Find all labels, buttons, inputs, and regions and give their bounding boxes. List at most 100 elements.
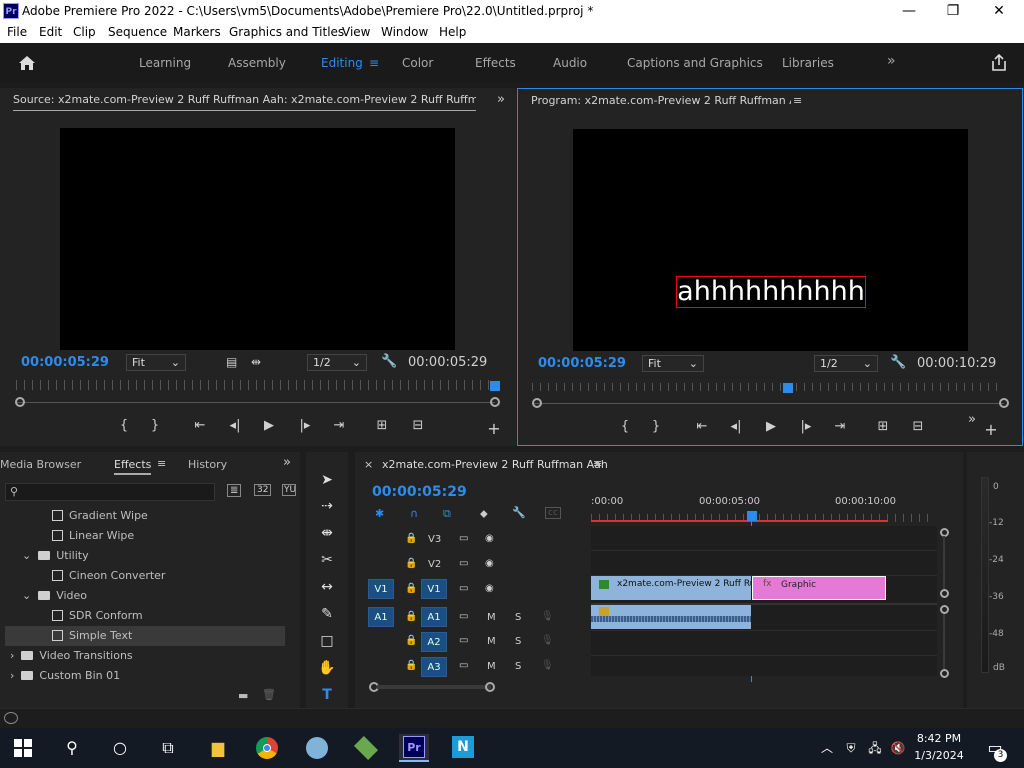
share-icon[interactable]	[990, 53, 1008, 72]
tree-item-video-transitions[interactable]: › Video Transitions	[5, 646, 285, 666]
maximize-button[interactable]: ❐	[930, 0, 976, 23]
track-target-a3[interactable]: A3	[421, 657, 447, 677]
tree-item-linear-wipe[interactable]: Linear Wipe	[5, 526, 285, 546]
search-icon[interactable]: ⚲	[57, 734, 87, 762]
timeline-zoom-scrollbar[interactable]	[369, 682, 939, 692]
source-zoom-dropdown[interactable]: Fit ⌄	[126, 354, 186, 371]
tree-item-gradient-wipe[interactable]: Gradient Wipe	[5, 506, 285, 526]
clock-time[interactable]: 8:42 PM	[914, 732, 964, 745]
panel-overflow-icon[interactable]: »	[283, 455, 291, 470]
lock-icon[interactable]: 🔒	[405, 611, 417, 622]
settings-wrench-icon[interactable]: 🔧	[381, 354, 397, 369]
workspace-menu-icon[interactable]: ≡	[369, 56, 379, 70]
source-playhead[interactable]	[490, 381, 500, 391]
graphic-text-layer[interactable]: ahhhhhhhhhh	[676, 276, 866, 308]
step-back-icon[interactable]: ◂|	[726, 419, 746, 434]
workspace-effects[interactable]: Effects	[475, 56, 516, 70]
workspace-color[interactable]: Color	[402, 56, 433, 70]
minecraft-icon[interactable]	[351, 734, 381, 762]
tree-item-simple-text[interactable]: Simple Text	[5, 626, 285, 646]
go-to-in-icon[interactable]: ⇤	[190, 418, 210, 433]
workspace-audio[interactable]: Audio	[553, 56, 587, 70]
source-time-ruler[interactable]	[16, 380, 495, 390]
scroll-handle-right[interactable]	[999, 398, 1009, 408]
source-playhead-timecode[interactable]: 00:00:05:29	[21, 355, 109, 370]
source-patch-v1[interactable]: V1	[368, 579, 394, 599]
sequence-tab[interactable]: x2mate.com-Preview 2 Ruff Ruffman Aah	[382, 458, 608, 471]
track-lanes[interactable]: x2mate.com-Preview 2 Ruff Ruf Graphic fx	[591, 526, 937, 676]
mark-in-icon[interactable]: {	[114, 418, 134, 433]
scroll-handle-bottom[interactable]	[940, 589, 949, 598]
workspace-learning[interactable]: Learning	[139, 56, 191, 70]
captions-icon[interactable]: cc	[545, 507, 561, 519]
timeline-playhead-handle[interactable]	[747, 511, 757, 521]
lock-icon[interactable]: 🔒	[405, 635, 417, 646]
safe-margins-icon[interactable]: ▤	[226, 355, 237, 369]
go-to-out-icon[interactable]: ⇥	[830, 419, 850, 434]
task-view-icon[interactable]: ⧉	[153, 734, 183, 762]
mute-a2[interactable]: M	[487, 636, 496, 647]
source-resolution-dropdown[interactable]: 1/2 ⌄	[307, 354, 367, 371]
rectangle-tool-icon[interactable]: □	[315, 629, 339, 653]
program-video-frame[interactable]: ahhhhhhhhhh	[573, 129, 968, 351]
menu-view[interactable]: View	[342, 25, 370, 39]
sync-lock-icon[interactable]: ▭	[459, 533, 468, 544]
mark-out-icon[interactable]: }	[145, 418, 165, 433]
add-marker-icon[interactable]: ⬥	[480, 507, 488, 521]
program-time-ruler[interactable]	[532, 383, 1004, 391]
mark-out-icon[interactable]: }	[646, 419, 666, 434]
solo-a3[interactable]: S	[515, 661, 521, 672]
tab-media-browser[interactable]: Media Browser	[0, 458, 81, 471]
tab-effects[interactable]: Effects	[114, 458, 152, 475]
play-icon[interactable]: ▶	[259, 418, 279, 433]
tree-item-custom-bin[interactable]: › Custom Bin 01	[5, 666, 285, 686]
close-sequence-icon[interactable]: ×	[364, 458, 373, 471]
scroll-thumb[interactable]	[377, 685, 491, 689]
play-icon[interactable]: ▶	[761, 419, 781, 434]
track-target-a2[interactable]: A2	[421, 632, 447, 652]
premiere-pro-taskbar-icon[interactable]: Pr	[399, 734, 429, 762]
workspace-editing[interactable]: Editing	[321, 56, 363, 70]
sync-lock-icon[interactable]: ▭	[459, 635, 468, 646]
step-back-icon[interactable]: ◂|	[225, 418, 245, 433]
yuv-effects-icon[interactable]: YU	[282, 484, 296, 496]
sync-lock-icon[interactable]: ▭	[459, 611, 468, 622]
source-zoom-scrollbar[interactable]	[16, 402, 495, 403]
audio-clip[interactable]	[591, 605, 751, 629]
scroll-handle-bottom[interactable]	[940, 669, 949, 678]
scroll-handle-right[interactable]	[485, 682, 495, 692]
razor-tool-icon[interactable]: ✂	[315, 548, 339, 572]
nest-icon[interactable]: ✱	[375, 507, 384, 520]
pen-tool-icon[interactable]: ✎	[315, 602, 339, 626]
program-playhead-timecode[interactable]: 00:00:05:29	[538, 356, 626, 371]
graphic-clip[interactable]: Graphic	[752, 576, 886, 600]
scroll-handle-left[interactable]	[532, 398, 542, 408]
sync-lock-icon[interactable]: ▭	[459, 558, 468, 569]
tree-item-utility[interactable]: ⌄ Utility	[5, 546, 285, 566]
cortana-icon[interactable]: ○	[105, 734, 135, 762]
scroll-handle-right[interactable]	[490, 397, 500, 407]
microphone-icon[interactable]: 🎙	[541, 635, 554, 646]
track-target-a1[interactable]: A1	[421, 607, 447, 627]
selection-tool-icon[interactable]: ➤	[315, 468, 339, 492]
audio-tracks-scrollbar[interactable]	[940, 605, 949, 678]
program-zoom-dropdown[interactable]: Fit ⌄	[642, 355, 704, 372]
insert-icon[interactable]: ⊞	[372, 418, 392, 433]
source-patch-a1[interactable]: A1	[368, 607, 394, 627]
eye-icon[interactable]: ◉	[485, 533, 494, 544]
32-bit-effects-icon[interactable]: 32	[254, 484, 272, 496]
sync-lock-icon[interactable]: ▭	[459, 660, 468, 671]
status-indicator-icon[interactable]	[4, 712, 18, 724]
menu-help[interactable]: Help	[439, 25, 466, 39]
settings-wrench-icon[interactable]: 🔧	[890, 355, 906, 370]
panel-menu-icon[interactable]: ≡	[793, 94, 802, 107]
mute-a3[interactable]: M	[487, 661, 496, 672]
minimize-button[interactable]: —	[886, 0, 932, 23]
video-tracks-scrollbar[interactable]	[940, 526, 949, 598]
close-button[interactable]: ✕	[976, 0, 1022, 23]
ripple-edit-tool-icon[interactable]: ⇼	[315, 521, 339, 545]
eye-icon[interactable]: ◉	[485, 583, 494, 594]
scroll-track[interactable]	[943, 614, 945, 670]
mark-in-icon[interactable]: {	[615, 419, 635, 434]
add-button-icon[interactable]: +	[981, 420, 1001, 439]
